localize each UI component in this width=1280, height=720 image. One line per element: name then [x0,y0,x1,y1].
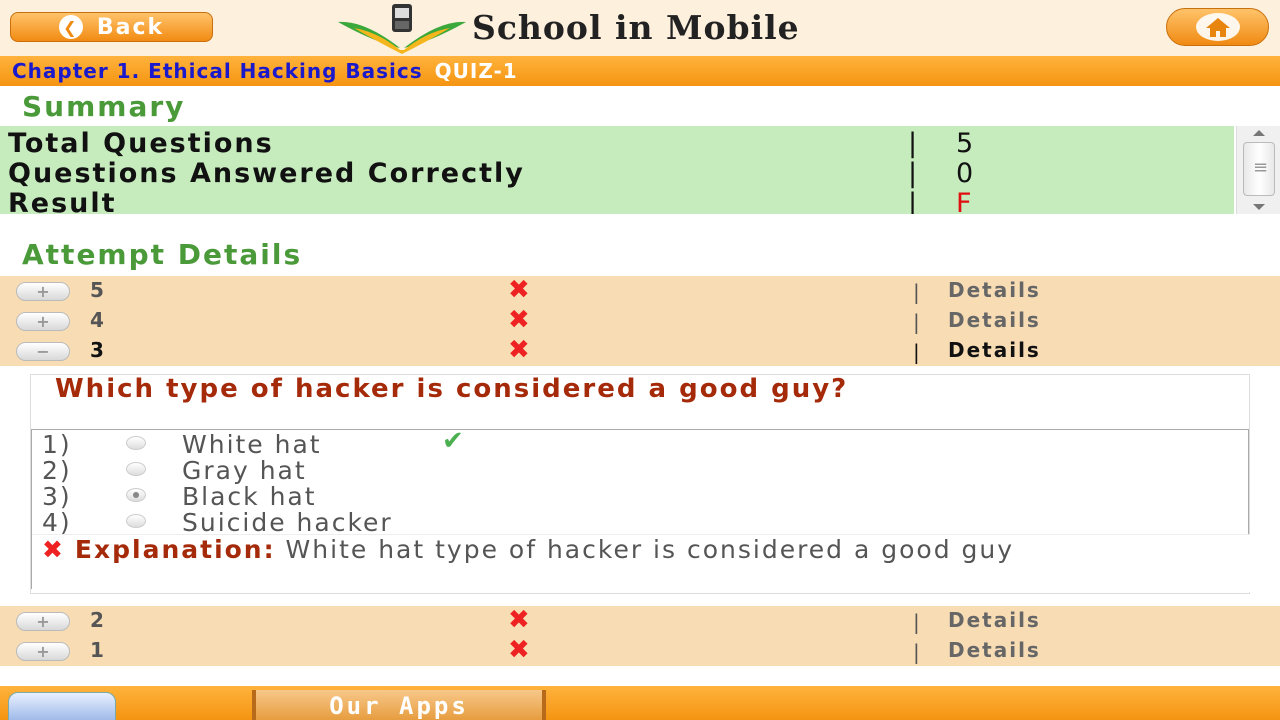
quiz-label: QUIZ-1 [434,59,518,83]
question-text: Which type of hacker is considered a goo… [55,374,849,404]
attempt-row[interactable]: + 5 ✖ | Details [0,276,1280,306]
apps-grid-icon[interactable] [8,692,116,720]
explanation-label: Explanation: [74,535,276,564]
radio-icon [126,514,146,528]
wrong-icon: ✖ [42,535,65,564]
expand-icon[interactable]: + [16,612,70,631]
answer-options: 1) White hat ✔ 2) Gray hat 3) Black hat … [31,426,1250,592]
back-label: Back [96,14,165,40]
details-link[interactable]: Details [948,638,1041,662]
option-text: White hat [182,430,322,459]
scroll-up-icon[interactable] [1253,130,1265,136]
question-panel: Which type of hacker is considered a goo… [30,374,1250,594]
correct-check-icon: ✔ [442,426,466,456]
app-header: ❮ Back School in Mobile [0,0,1280,56]
row-separator: | [913,310,920,334]
collapse-icon[interactable]: − [16,342,70,361]
wrong-icon: ✖ [508,335,530,365]
expand-icon[interactable]: + [16,312,70,331]
attempt-number: 5 [90,278,104,302]
radio-icon [126,436,146,450]
summary-label: Result [8,188,117,214]
app-title: School in Mobile [472,8,800,47]
result-grade: F [956,188,974,214]
summary-label: Questions Answered Correctly [8,158,525,189]
summary-separator: | [908,128,920,159]
attempt-number: 3 [90,338,104,362]
summary-value: 5 [956,128,976,159]
summary-table: Total Questions | 5 Questions Answered C… [0,126,1234,214]
summary-separator: | [908,158,920,189]
summary-row-total: Total Questions | 5 [8,128,1234,159]
expand-icon[interactable]: + [16,282,70,301]
scroll-down-icon[interactable] [1253,204,1265,210]
wrong-icon: ✖ [508,635,530,665]
attempt-number: 1 [90,638,104,662]
option-text: Gray hat [182,456,307,485]
attempt-details-heading: Attempt Details [22,238,303,271]
attempt-number: 4 [90,308,104,332]
details-link[interactable]: Details [948,278,1041,302]
explanation: ✖ Explanation: White hat type of hacker … [32,534,1250,592]
summary-heading: Summary [22,90,186,123]
attempt-row[interactable]: + 1 ✖ | Details [0,636,1280,666]
option-text: Black hat [182,482,317,511]
back-button[interactable]: ❮ Back [10,12,213,42]
details-link[interactable]: Details [948,308,1041,332]
footer-bar: Our Apps [0,686,1280,720]
expand-icon[interactable]: + [16,642,70,661]
attempt-row[interactable]: + 2 ✖ | Details [0,606,1280,636]
summary-separator: | [908,188,920,214]
summary-value: 0 [956,158,976,189]
wrong-icon: ✖ [508,275,530,305]
option-number: 3) [42,482,72,511]
scroll-thumb[interactable] [1243,142,1275,196]
school-mobile-logo [338,4,466,54]
details-link[interactable]: Details [948,338,1041,362]
radio-icon [126,462,146,476]
attempt-number: 2 [90,608,104,632]
summary-row-correct: Questions Answered Correctly | 0 [8,158,1234,189]
home-button[interactable] [1166,8,1269,46]
summary-scrollbar[interactable] [1236,126,1280,214]
wrong-icon: ✖ [508,305,530,335]
chapter-title: Chapter 1. Ethical Hacking Basics [12,59,423,83]
option-number: 1) [42,430,72,459]
option-number: 4) [42,508,72,537]
summary-row-result: Result | F [8,188,1234,214]
home-icon [1195,13,1240,41]
row-separator: | [913,280,920,304]
summary-label: Total Questions [8,128,274,159]
attempt-row[interactable]: + 4 ✖ | Details [0,306,1280,336]
option-number: 2) [42,456,72,485]
our-apps-button[interactable]: Our Apps [252,690,546,720]
attempt-row-expanded[interactable]: − 3 ✖ | Details [0,336,1280,366]
option-text: Suicide hacker [182,508,393,537]
row-separator: | [913,610,920,634]
radio-selected-icon [126,488,146,502]
row-separator: | [913,340,920,364]
chevron-left-icon: ❮ [58,15,83,39]
details-link[interactable]: Details [948,608,1041,632]
wrong-icon: ✖ [508,605,530,635]
chapter-bar: Chapter 1. Ethical Hacking Basics QUIZ-1 [0,56,1280,86]
explanation-text: White hat type of hacker is considered a… [275,535,1015,564]
row-separator: | [913,640,920,664]
